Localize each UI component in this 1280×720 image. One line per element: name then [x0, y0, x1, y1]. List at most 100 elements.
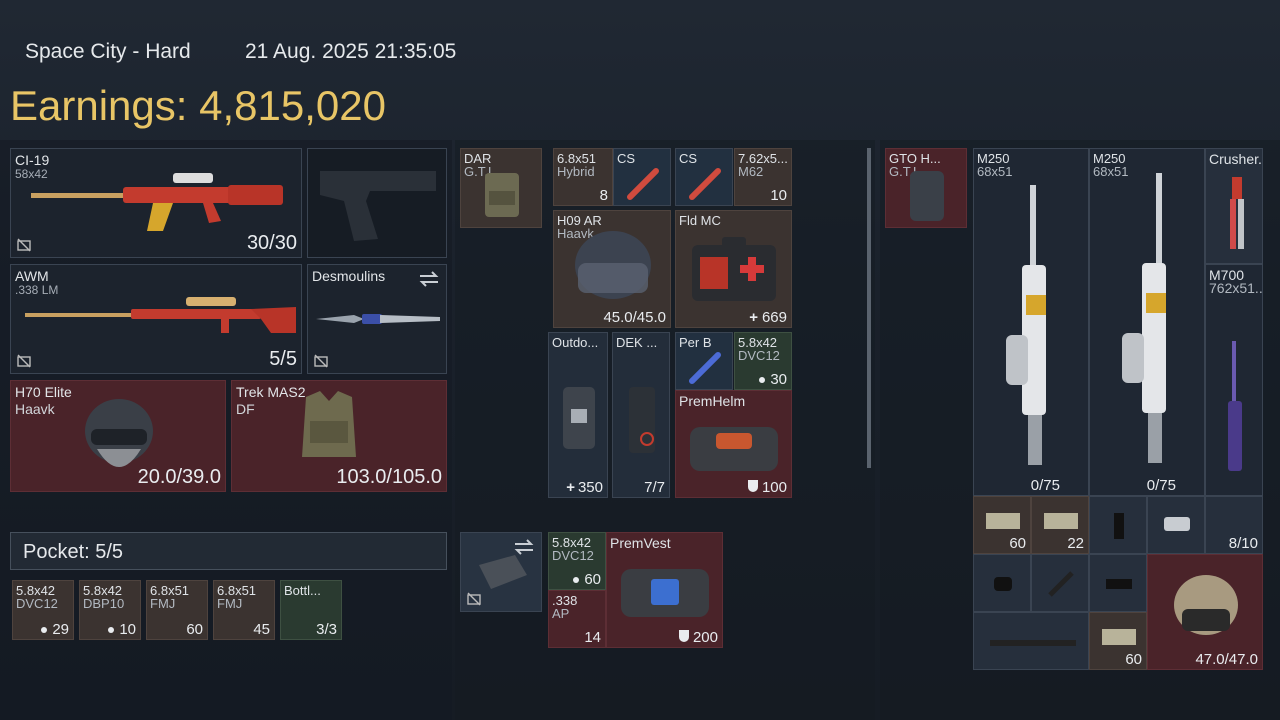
medical-case-item[interactable]: Outdo... +350	[548, 332, 608, 498]
ammo-item[interactable]: 5.8x42 DVC12 30	[734, 332, 792, 390]
item-count: 60	[186, 621, 203, 638]
raid-datetime: 21 Aug. 2025 21:35:05	[245, 40, 457, 63]
crusher-item[interactable]: Crusher...	[1205, 148, 1263, 264]
item-name: Fld MC	[679, 213, 721, 228]
count-value: 29	[52, 621, 69, 638]
ammo-box-item[interactable]: 60	[973, 496, 1031, 554]
case-slot[interactable]	[460, 532, 542, 612]
helmet-name: H70 Elite	[15, 384, 72, 400]
body-armor-icon	[302, 391, 356, 457]
magazine-icon	[1114, 513, 1124, 539]
helmet-icon	[1174, 575, 1238, 635]
secondary-weapon-slot[interactable]: AWM .338 LM 5/5	[10, 264, 302, 374]
item-count: 3/3	[316, 621, 337, 638]
melee-name: Desmoulins	[312, 268, 386, 284]
item-name: CS	[679, 151, 698, 166]
item-count: 60	[1009, 535, 1026, 552]
helmet-slot[interactable]: H70 Elite Haavk 20.0/39.0	[10, 380, 226, 492]
medkit-item[interactable]: Fld MC +669	[675, 210, 792, 328]
pocket-item[interactable]: 6.8x51 FMJ 60	[146, 580, 208, 640]
durability: 103.0/105.0	[336, 466, 442, 488]
pocket-label: Pocket: 5/5	[23, 541, 124, 563]
item-count: +350	[566, 479, 603, 496]
item-count: 10	[770, 187, 787, 204]
ammo-count: 0/75	[1030, 477, 1060, 494]
chest-rig-slot[interactable]: DAR G.T.I.	[460, 148, 542, 228]
ammo-item[interactable]: .338 AP 14	[548, 590, 606, 648]
item-type: DBP10	[83, 596, 125, 611]
ammo-type: DVC12	[738, 348, 780, 363]
item-count: 10	[108, 621, 136, 638]
item-type: FMJ	[150, 596, 176, 611]
pocket-header: Pocket: 5/5	[10, 532, 447, 570]
item-count: 29	[41, 621, 69, 638]
sniper-rifle-icon	[25, 297, 296, 333]
injector-item[interactable]: CS	[613, 148, 671, 206]
ammo-item[interactable]: 7.62x5... M62 10	[734, 148, 792, 206]
medkit-icon	[692, 237, 776, 301]
pocket-item[interactable]: 5.8x42 DBP10 10	[79, 580, 141, 640]
armor-slot[interactable]: Trek MAS2 DF 103.0/105.0	[231, 380, 447, 492]
mount-item[interactable]	[1147, 496, 1205, 554]
case-icon	[479, 555, 527, 589]
item-count: 30	[759, 371, 787, 388]
helmet-item[interactable]: H09 AR Haavk 45.0/45.0	[553, 210, 671, 328]
attachment-item[interactable]	[1089, 554, 1147, 612]
mount-icon	[1164, 517, 1190, 531]
count-value: 10	[119, 621, 136, 638]
ammo-box-item[interactable]: 60	[1089, 612, 1147, 670]
lmg-item[interactable]: M250 68x51 0/75	[1089, 148, 1205, 496]
no-insurance-icon	[17, 238, 31, 252]
count-value: 3/3	[316, 621, 337, 638]
surgery-kit-item[interactable]: DEK ... 7/7	[612, 332, 670, 498]
item-count: 45	[253, 621, 270, 638]
no-insurance-icon	[314, 354, 328, 368]
item-count: 60	[573, 571, 601, 588]
consumable-item[interactable]: 8/10	[1205, 496, 1263, 554]
backpack-slot[interactable]: GTO H... G.T.I.	[885, 148, 967, 228]
weapon-caliber: 762x51...	[1209, 280, 1263, 296]
sniper-rifle-item[interactable]: M700 762x51...	[1205, 264, 1263, 496]
sidearm-slot-empty[interactable]	[307, 148, 447, 258]
item-name: CS	[617, 151, 636, 166]
primary-weapon-slot[interactable]: CI-19 58x42 30/30	[10, 148, 302, 258]
pocket-item[interactable]: 6.8x51 FMJ 45	[213, 580, 275, 640]
pocket-item[interactable]: Bottl... 3/3	[280, 580, 342, 640]
attachment-item[interactable]	[1031, 554, 1089, 612]
ammo-box-icon	[1044, 513, 1078, 529]
repair-case-icon	[621, 569, 709, 617]
helmet-brand: Haavk	[15, 401, 55, 417]
item-count: +669	[749, 309, 787, 326]
durability: 20.0/39.0	[137, 466, 221, 488]
ammo-box-item[interactable]: 22	[1031, 496, 1089, 554]
ammo-dot-icon	[108, 627, 115, 634]
rig-scrollbar[interactable]	[867, 148, 871, 468]
helmet-case-item[interactable]: PremHelm 100	[675, 390, 792, 498]
helmet-item[interactable]: 47.0/47.0	[1147, 554, 1263, 670]
map-difficulty-label: Space City - Hard	[25, 40, 191, 63]
ammo-item[interactable]: 5.8x42 DVC12 60	[548, 532, 606, 590]
vest-case-item[interactable]: PremVest 200	[606, 532, 723, 648]
durability: 47.0/47.0	[1195, 651, 1258, 668]
ammo-item[interactable]: 6.8x51 Hybrid 8	[553, 148, 613, 206]
swap-icon[interactable]	[418, 271, 440, 287]
lmg-item[interactable]: M250 68x51 0/75	[973, 148, 1089, 496]
rifle-icon	[31, 173, 283, 231]
injector-item[interactable]: Per B	[675, 332, 733, 390]
stock-icon	[1106, 579, 1132, 589]
weapon-name: AWM	[15, 268, 49, 284]
attachment-item[interactable]	[973, 554, 1031, 612]
pliers-icon	[1230, 177, 1244, 249]
item-count: 200	[678, 629, 718, 646]
item-count: 14	[584, 629, 601, 646]
ammo-box-icon	[1102, 629, 1136, 645]
no-insurance-icon	[17, 354, 31, 368]
surgery-kit-icon	[629, 387, 655, 453]
pocket-item[interactable]: 5.8x42 DVC12 29	[12, 580, 74, 640]
melee-slot[interactable]: Desmoulins	[307, 264, 447, 374]
item-count: 8/10	[1228, 535, 1258, 552]
magazine-item[interactable]	[1089, 496, 1147, 554]
repair-case-icon	[690, 427, 778, 471]
injector-item[interactable]: CS	[675, 148, 733, 206]
rail-item[interactable]	[973, 612, 1089, 670]
